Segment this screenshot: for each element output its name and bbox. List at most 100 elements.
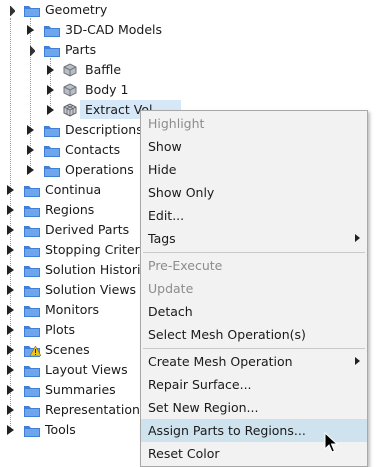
menu-item-label: Highlight (148, 116, 205, 131)
tree-item-operations[interactable]: Operations (0, 160, 140, 180)
tree-label: Parts (65, 42, 97, 57)
menu-item-set-new-region[interactable]: Set New Region... (141, 396, 367, 419)
collapsed-arrow-icon[interactable] (6, 425, 15, 435)
tree-item-summaries[interactable]: Summaries (0, 380, 140, 400)
menu-item-label: Reset Color (148, 446, 220, 461)
collapsed-arrow-icon[interactable] (6, 225, 15, 235)
collapsed-arrow-icon[interactable] (26, 145, 35, 155)
menu-item-detach[interactable]: Detach (141, 300, 367, 323)
tree-label: Monitors (45, 302, 100, 317)
menu-item-label: Repair Surface... (148, 377, 252, 392)
tree-label: Summaries (45, 382, 116, 397)
collapsed-arrow-icon[interactable] (6, 365, 15, 375)
folder-icon (44, 26, 60, 37)
menu-item-highlight[interactable]: Highlight (141, 112, 367, 135)
tree-item-monitors[interactable]: Monitors (0, 300, 140, 320)
menu-item-label: Edit... (148, 208, 185, 223)
collapsed-arrow-icon[interactable] (26, 165, 35, 175)
tree-label: Layout Views (45, 362, 128, 377)
menu-item-pre-execute[interactable]: Pre-Execute (141, 254, 367, 277)
menu-item-label: Show (148, 139, 182, 154)
folder-icon (44, 126, 60, 137)
tree-label: Regions (45, 202, 95, 217)
collapsed-arrow-icon[interactable] (46, 105, 55, 115)
folder-icon (24, 366, 40, 377)
menu-item-label: Update (148, 281, 194, 296)
tree-item-layout-views[interactable]: Layout Views (0, 360, 140, 380)
tree-label: Baffle (85, 62, 122, 77)
menu-item-tags[interactable]: Tags (141, 227, 367, 250)
tree-item-baffle[interactable]: Baffle (0, 60, 140, 80)
folder-icon (24, 406, 40, 417)
mouse-cursor-icon (324, 432, 338, 453)
tree-item-solution-histories[interactable]: Solution Histories (0, 260, 140, 280)
folder-icon (24, 246, 40, 257)
collapsed-arrow-icon[interactable] (6, 205, 15, 215)
collapsed-arrow-icon[interactable] (6, 325, 15, 335)
folder-icon (24, 206, 40, 217)
menu-item-label: Set New Region... (148, 400, 259, 415)
menu-separator (143, 348, 365, 349)
tree-item-descriptions[interactable]: Descriptions (0, 120, 143, 140)
tree-item-scenes[interactable]: Scenes (0, 340, 140, 360)
tree-label: Plots (45, 322, 76, 337)
tree-label: Continua (45, 182, 102, 197)
submenu-arrow-icon (355, 357, 360, 365)
tree-item-regions[interactable]: Regions (0, 200, 140, 220)
collapsed-arrow-icon[interactable] (6, 185, 15, 195)
submenu-arrow-icon (355, 234, 360, 242)
tree-label: Geometry (45, 2, 108, 17)
menu-item-show[interactable]: Show (141, 135, 367, 158)
tree-item-representations[interactable]: Representations (0, 400, 140, 420)
menu-item-repair-surface[interactable]: Repair Surface... (141, 373, 367, 396)
tree-label: Contacts (65, 142, 121, 157)
collapsed-arrow-icon[interactable] (26, 125, 35, 135)
menu-item-select-mesh-operation[interactable]: Select Mesh Operation(s) (141, 323, 367, 346)
collapsed-arrow-icon[interactable] (46, 85, 55, 95)
warning-icon (30, 346, 41, 356)
menu-item-edit[interactable]: Edit... (141, 204, 367, 227)
collapsed-arrow-icon[interactable] (6, 285, 15, 295)
menu-item-hide[interactable]: Hide (141, 158, 367, 181)
folder-icon (24, 226, 40, 237)
tree-item-tools[interactable]: Tools (0, 420, 140, 440)
tree-item-derived-parts[interactable]: Derived Parts (0, 220, 140, 240)
folder-icon (24, 326, 40, 337)
tree-item-solution-views[interactable]: Solution Views (0, 280, 140, 300)
menu-item-label: Tags (148, 231, 176, 246)
tree-item-continua[interactable]: Continua (0, 180, 140, 200)
tree-item-geometry[interactable]: Geometry (0, 0, 140, 20)
folder-icon (44, 146, 60, 157)
collapsed-arrow-icon[interactable] (6, 265, 15, 275)
folder-icon (24, 286, 40, 297)
menu-item-show-only[interactable]: Show Only (141, 181, 367, 204)
tree-item-plots[interactable]: Plots (0, 320, 140, 340)
tree-label: Solution Views (45, 282, 137, 297)
collapsed-arrow-icon[interactable] (6, 385, 15, 395)
collapsed-arrow-icon[interactable] (6, 245, 15, 255)
collapsed-arrow-icon[interactable] (46, 65, 55, 75)
tree-item-3d-cad-models[interactable]: 3D-CAD Models (0, 20, 170, 40)
menu-item-create-mesh-operation[interactable]: Create Mesh Operation (141, 350, 367, 373)
folder-icon (24, 6, 40, 17)
tree-item-stopping-criteria[interactable]: Stopping Criteria (0, 240, 140, 260)
tree-label: Operations (65, 162, 134, 177)
tree-label: 3D-CAD Models (65, 22, 163, 37)
tree-item-parts[interactable]: Parts (0, 40, 140, 60)
menu-item-label: Pre-Execute (148, 258, 223, 273)
tree-item-contacts[interactable]: Contacts (0, 140, 140, 160)
collapsed-arrow-icon[interactable] (6, 345, 15, 355)
tree-item-body-1[interactable]: Body 1 (0, 80, 140, 100)
collapsed-arrow-icon[interactable] (6, 405, 15, 415)
expanded-arrow-icon[interactable] (6, 6, 15, 16)
folder-icon (44, 166, 60, 177)
tree-label: Scenes (45, 342, 90, 357)
menu-item-label: Show Only (148, 185, 215, 200)
collapsed-arrow-icon[interactable] (6, 305, 15, 315)
folder-icon (44, 46, 60, 57)
collapsed-arrow-icon[interactable] (26, 25, 35, 35)
expanded-arrow-icon[interactable] (26, 46, 35, 56)
folder-icon (24, 306, 40, 317)
folder-icon (24, 266, 40, 277)
menu-item-update[interactable]: Update (141, 277, 367, 300)
